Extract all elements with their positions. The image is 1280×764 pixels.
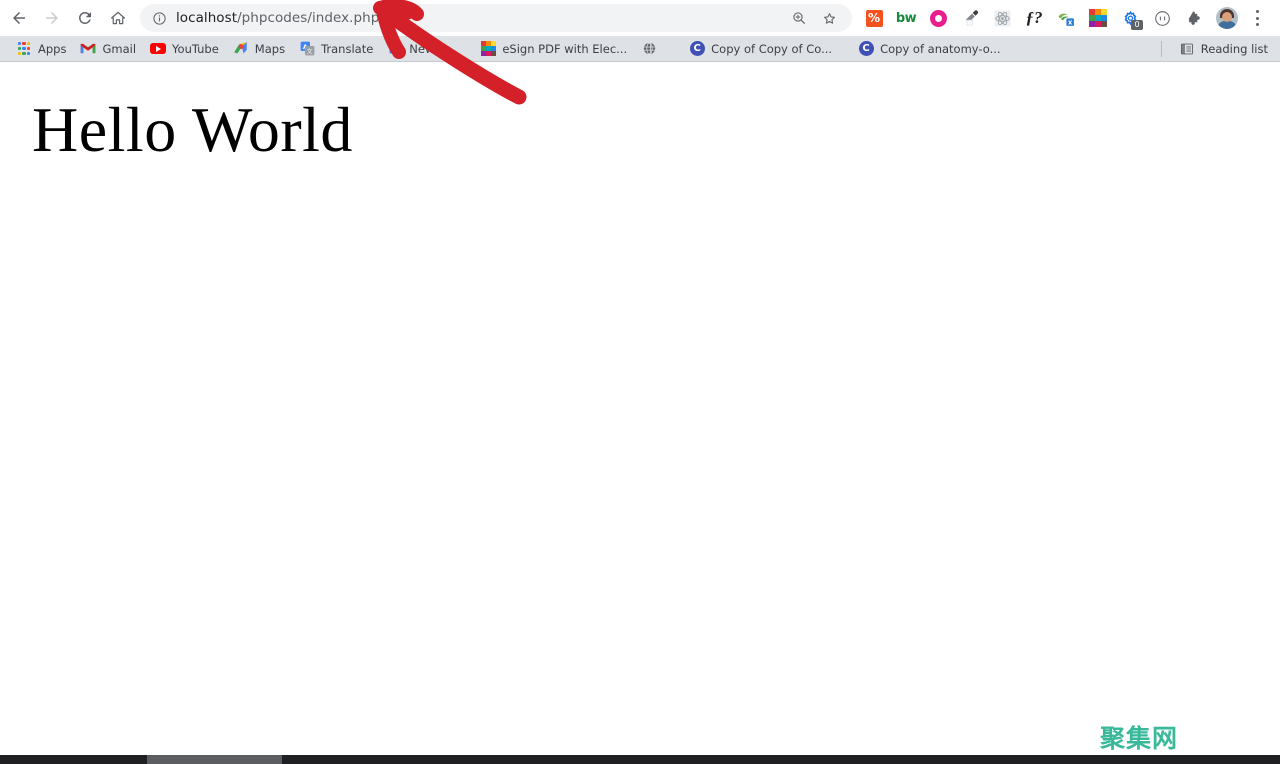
address-bar[interactable]: localhost/phpcodes/index.php: [140, 4, 852, 32]
gmail-icon: [80, 41, 96, 57]
profile-avatar[interactable]: [1210, 0, 1244, 36]
puzzle-icon: [1187, 11, 1200, 25]
home-icon: [111, 11, 125, 25]
maps-icon: [233, 41, 249, 57]
bookmark-label: Gmail: [102, 41, 137, 56]
extension-excel-export[interactable]: x: [1050, 0, 1082, 36]
eyedropper-icon: [965, 10, 979, 26]
extension-blue-gear[interactable]: 0: [1114, 0, 1146, 36]
reading-list-glyph-icon: [1180, 43, 1193, 55]
zoom-icon[interactable]: [784, 4, 814, 32]
c-circle-icon: C: [858, 41, 874, 57]
bookmark-copy-of-copy[interactable]: C Copy of Copy of Co...: [683, 39, 838, 59]
bookmark-star-button[interactable]: [814, 4, 844, 32]
extension-action-bar: % bw ƒ? x 0: [858, 0, 1270, 36]
bookmark-label: Copy of Copy of Co...: [711, 41, 833, 56]
browser-toolbar: localhost/phpcodes/index.php % bw ƒ? x 0: [0, 0, 1280, 36]
translate-glyph-icon: A 文: [300, 41, 314, 56]
extension-bw[interactable]: bw: [890, 0, 922, 36]
news-icon: [387, 41, 403, 57]
gmail-envelope-icon: [81, 43, 96, 54]
gear-badge-count: 0: [1131, 20, 1143, 30]
reload-button[interactable]: [71, 4, 99, 32]
extension-bw-icon: bw: [895, 10, 917, 26]
globe-glyph-icon: [643, 42, 655, 55]
extension-atom[interactable]: [986, 0, 1018, 36]
taskbar-active-window[interactable]: [147, 755, 282, 764]
reading-list-icon: [1179, 41, 1195, 57]
page-heading: Hello World: [32, 94, 353, 165]
forward-arrow-icon: [46, 12, 58, 24]
bookmark-label: Copy of anatomy-o...: [880, 41, 1001, 56]
bookmark-youtube[interactable]: YouTube: [144, 39, 225, 59]
atom-icon: [994, 10, 1010, 26]
bookmark-label: Translate: [321, 41, 374, 56]
maps-pin-icon: [234, 42, 248, 54]
bookmark-label: YouTube: [172, 41, 219, 56]
extension-eyedropper[interactable]: [954, 0, 986, 36]
extension-f-question-icon: ƒ?: [1025, 8, 1043, 27]
extension-red-box[interactable]: %: [858, 0, 890, 36]
bookmark-copy-of-anatomy[interactable]: C Copy of anatomy-o...: [852, 39, 1006, 59]
extension-magenta-eye-icon: [929, 9, 947, 27]
magnifier-plus-icon: [793, 12, 805, 24]
newsstand-icon: [389, 43, 402, 54]
desktop-taskbar: [0, 755, 1280, 764]
globe-icon: [641, 41, 657, 57]
browser-window: localhost/phpcodes/index.php % bw ƒ? x 0…: [0, 0, 1280, 764]
translate-icon: A 文: [299, 41, 315, 57]
url-text: localhost/phpcodes/index.php: [176, 10, 379, 26]
bookmark-apps[interactable]: Apps: [10, 39, 72, 59]
apps-grid-icon: [16, 41, 32, 57]
star-icon: [823, 12, 835, 24]
excel-export-icon: x: [1058, 13, 1074, 27]
omnibox-actions: [784, 4, 852, 32]
info-circle-icon: [152, 11, 166, 25]
bookmark-label: Apps: [38, 41, 67, 56]
page-viewport: Hello World: [0, 62, 1280, 756]
extension-smiley-circle[interactable]: [1146, 0, 1178, 36]
extension-red-box-icon: %: [865, 9, 883, 27]
extension-rainbow-grid-icon: [1089, 9, 1107, 27]
bookmark-label: eSign PDF with Elec...: [502, 41, 628, 56]
reading-list-button[interactable]: Reading list: [1173, 39, 1274, 59]
extension-f-question[interactable]: ƒ?: [1018, 0, 1050, 36]
bookmark-esign-pdf[interactable]: eSign PDF with Elec...: [474, 39, 633, 59]
extension-rainbow-grid[interactable]: [1082, 0, 1114, 36]
back-arrow-icon: [13, 12, 25, 24]
bookmark-label: Maps: [254, 41, 286, 56]
bookmark-gmail[interactable]: Gmail: [74, 39, 142, 59]
bookmark-globe[interactable]: [635, 39, 669, 59]
svg-text:x: x: [1068, 19, 1073, 27]
bookmarks-bar: Apps Gmail YouTube Maps 文 Translate News…: [0, 36, 1280, 62]
bookmark-news[interactable]: News: [381, 39, 446, 59]
kebab-menu-icon: [1249, 9, 1265, 27]
youtube-icon: [150, 41, 167, 57]
c-circle-icon: C: [689, 41, 705, 57]
extensions-puzzle[interactable]: [1178, 0, 1210, 36]
reload-icon: [78, 11, 91, 24]
url-path: /phpcodes/index.php: [237, 10, 380, 26]
forward-button[interactable]: [38, 4, 66, 32]
chrome-menu[interactable]: [1244, 0, 1270, 36]
url-host: localhost: [176, 10, 238, 26]
reading-list-label: Reading list: [1200, 42, 1268, 56]
extension-magenta-eye[interactable]: [922, 0, 954, 36]
site-information-icon[interactable]: [150, 9, 168, 27]
watermark: 聚集网: [1100, 724, 1179, 753]
avatar-image: [1216, 7, 1238, 29]
back-button[interactable]: [5, 4, 33, 32]
smiley-icon: [1154, 10, 1170, 26]
bookmarks-divider: [1161, 41, 1162, 57]
bookmark-maps[interactable]: Maps: [227, 39, 291, 59]
bookmark-label: News: [409, 41, 441, 56]
home-button[interactable]: [104, 4, 132, 32]
rainbow-grid-icon: [480, 41, 496, 57]
bookmark-translate[interactable]: A 文 Translate: [293, 39, 379, 59]
